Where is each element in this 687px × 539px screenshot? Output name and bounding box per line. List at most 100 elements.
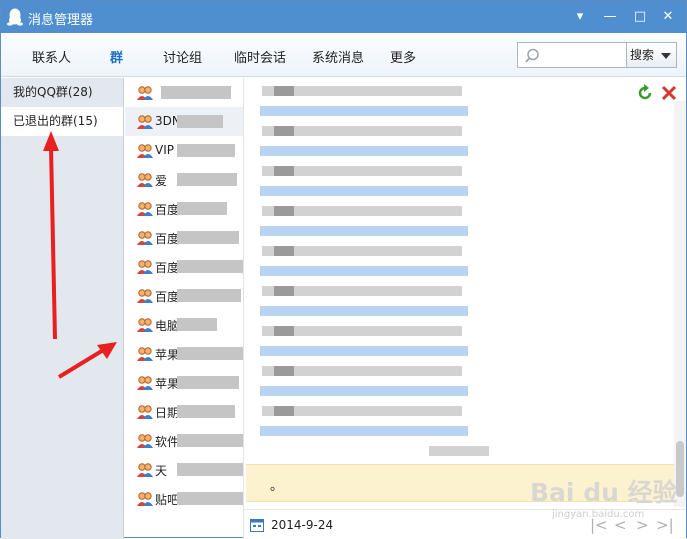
delete-icon[interactable] [660,84,678,102]
close-button[interactable]: ✕ [657,7,679,27]
group-list-row[interactable]: 3DN [125,107,243,136]
blurred-group-name [177,289,241,302]
group-icon [137,260,153,274]
group-icon [137,86,153,100]
minimize-button[interactable]: — [599,7,621,27]
blurred-group-name [177,173,237,186]
group-category-sidebar: 我的QQ群(28) 已退出的群(15) [1,78,124,539]
group-icon [137,231,153,245]
next-page-button[interactable]: > [636,516,649,534]
date-label: 2014-9-24 [271,518,334,532]
maximize-button[interactable]: □ [629,7,651,27]
group-list-row[interactable]: 百度 [125,281,243,310]
blurred-group-name [161,86,231,99]
blurred-message-line [274,246,294,256]
blurred-message-line [260,266,468,276]
group-name: 电脑 [155,319,180,333]
blurred-message-line [260,186,468,196]
blurred-message-line [260,306,468,316]
group-list-row[interactable]: 电脑 [125,310,243,339]
group-name: 苹果 [155,348,180,362]
blurred-message-line [274,326,294,336]
search-icon [525,48,539,63]
blurred-message-line [274,286,294,296]
blurred-group-name [177,463,247,476]
group-list-row[interactable]: VIP [125,136,243,165]
group-name: 百度 [155,232,180,246]
last-page-button[interactable]: >| [656,516,674,534]
scrollbar-thumb[interactable] [676,441,684,497]
group-name: 软件 [155,435,180,449]
refresh-icon[interactable] [636,84,654,102]
tab-more[interactable]: 更多 [390,47,416,66]
blurred-group-name [177,144,235,157]
group-list-row[interactable]: 苹果 [125,339,249,368]
blurred-message-line [274,166,294,176]
blurred-group-name [177,434,247,447]
blurred-message-line [274,406,294,416]
group-list-row[interactable]: 爱 [125,165,243,194]
blurred-message-line [274,86,294,96]
tab-system-messages[interactable]: 系统消息 [312,47,364,66]
blurred-group-name [177,318,217,331]
sidebar-item-my-groups[interactable]: 我的QQ群(28) [1,78,123,107]
message-footer: 2014-9-24 |< < > >| [244,509,686,539]
message-manager-window: 消息管理器 ▾ — □ ✕ 联系人 群 讨论组 临时会话 系统消息 更多 搜索 … [0,0,687,539]
group-icon [137,463,153,477]
group-icon [137,173,153,187]
search-input[interactable] [517,42,627,68]
tab-contacts[interactable]: 联系人 [32,47,71,66]
blurred-group-name [177,376,239,389]
blurred-group-name [177,202,227,215]
blurred-message-line [260,346,468,356]
blurred-message-line [274,126,294,136]
tab-groups[interactable]: 群 [110,47,123,66]
group-icon [137,347,153,361]
tab-temp-sessions[interactable]: 临时会话 [234,47,286,66]
group-list-row[interactable]: 百度 [125,194,243,223]
group-list-row[interactable] [125,78,243,107]
calendar-icon[interactable] [250,518,264,532]
blurred-group-name [177,115,223,128]
blurred-group-name [177,405,235,418]
first-page-button[interactable]: |< [590,516,608,534]
scrollbar[interactable] [674,101,686,507]
group-icon [137,144,153,158]
blurred-message-line [260,226,468,236]
group-icon [137,115,153,129]
blurred-message-line [274,206,294,216]
group-name: 贴吧 [155,493,180,507]
group-list-row[interactable]: 苹果 [125,368,243,397]
group-icon [137,376,153,390]
category-toolbar: 联系人 群 讨论组 临时会话 系统消息 更多 搜索 [1,33,686,77]
menu-dropdown-button[interactable]: ▾ [569,7,591,27]
group-name: VIP [155,143,174,157]
blurred-message-line [260,386,468,396]
prev-page-button[interactable]: < [614,516,627,534]
group-list-row[interactable]: 软件 [125,426,247,455]
group-list-row[interactable]: 天 [125,455,247,484]
group-icon [137,202,153,216]
group-name: 苹果 [155,377,180,391]
group-list-row[interactable]: 百度 [125,223,243,252]
group-icon [137,405,153,419]
tab-discussion-groups[interactable]: 讨论组 [163,47,202,66]
blurred-message-line [274,366,294,376]
highlighted-message: 。 [246,464,684,502]
blurred-group-name [177,347,249,360]
group-list: 3DN VIP 爱百度 百度 百度 百度 电脑 苹果 苹果 日期 软件天贴吧 [125,78,249,518]
group-list-row[interactable]: 百度 [125,252,247,281]
group-name: 爱 [155,174,168,188]
blurred-group-name [177,231,239,244]
blurred-message-line [429,446,489,456]
blurred-group-name [177,492,243,505]
message-text: 。 [270,479,284,494]
group-name: 日期 [155,406,180,420]
blurred-group-name [177,260,247,273]
group-list-row[interactable]: 贴吧 [125,484,243,513]
group-list-row[interactable]: 日期 [125,397,243,426]
search-button[interactable]: 搜索 [627,42,677,68]
sidebar-item-exited-groups[interactable]: 已退出的群(15) [1,107,123,136]
group-name: 百度 [155,290,180,304]
qq-penguin-icon [7,8,23,26]
